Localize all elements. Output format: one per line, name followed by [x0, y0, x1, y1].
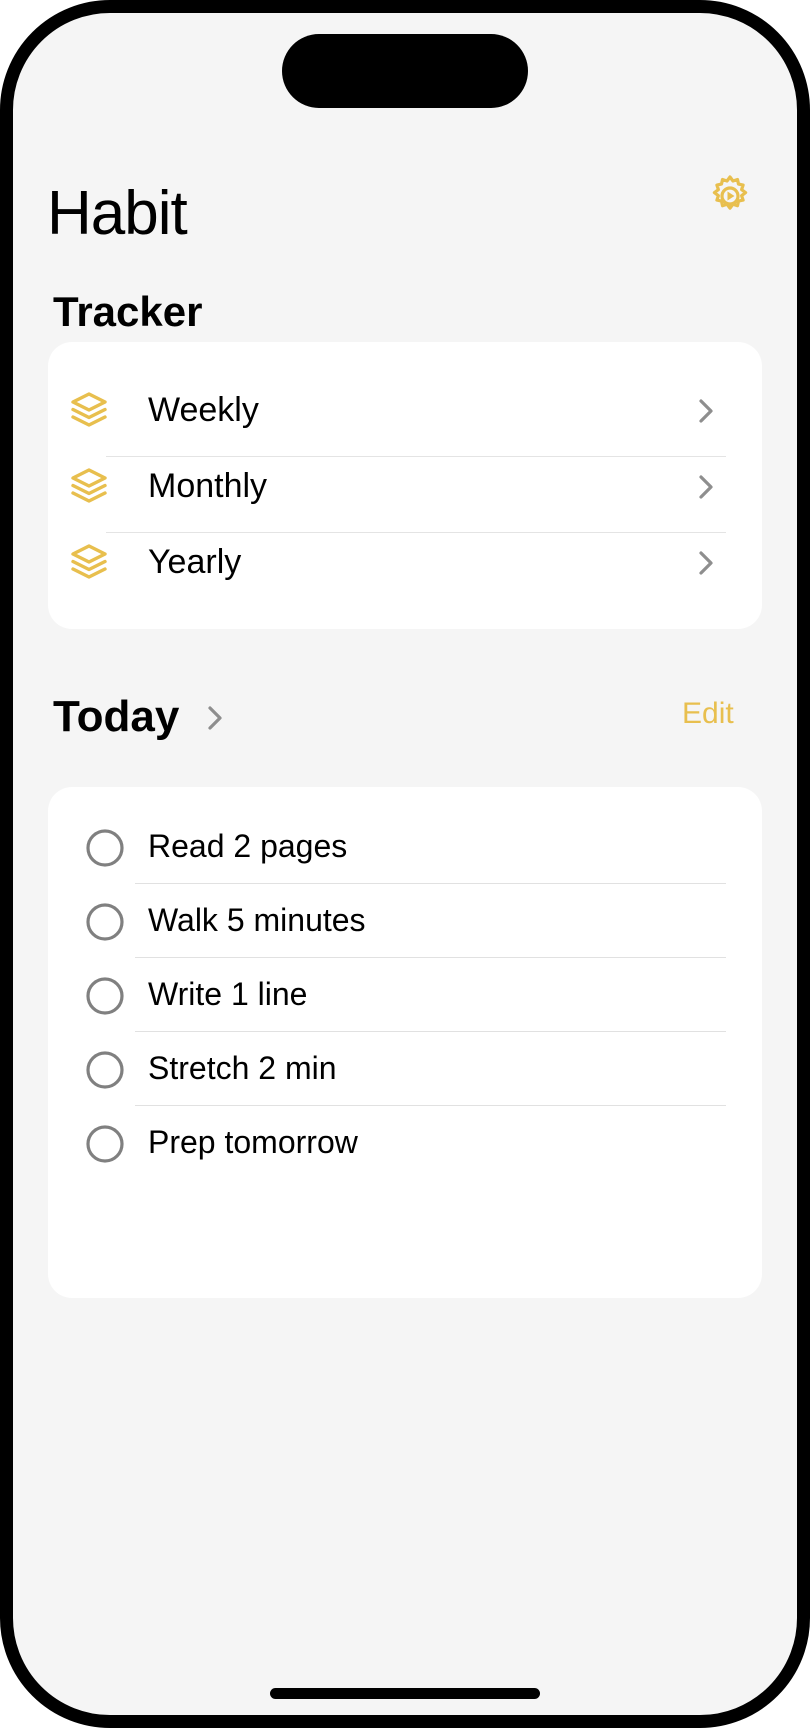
checkbox-circle-icon[interactable]: [86, 1051, 124, 1089]
chevron-right-icon: [699, 399, 713, 423]
edit-button[interactable]: Edit: [682, 699, 734, 729]
tracker-item-label: Weekly: [148, 391, 259, 429]
layers-icon: [71, 392, 107, 427]
task-item[interactable]: Walk 5 minutes: [48, 885, 762, 959]
tracker-item-yearly[interactable]: Yearly: [48, 524, 762, 600]
phone-frame: Habit Tracker Weekly Monthly Yearly Toda…: [0, 0, 810, 1728]
today-tasks-card: Read 2 pages Walk 5 minutes Write 1 line…: [48, 787, 762, 1298]
tracker-heading: Tracker: [53, 288, 203, 335]
divider: [135, 1105, 726, 1106]
divider: [135, 883, 726, 884]
today-heading[interactable]: Today: [53, 695, 179, 739]
task-label: Read 2 pages: [148, 828, 348, 864]
chevron-right-icon: [699, 551, 713, 575]
task-label: Walk 5 minutes: [148, 902, 366, 938]
tracker-item-label: Yearly: [148, 543, 242, 581]
checkbox-circle-icon[interactable]: [86, 977, 124, 1015]
divider: [135, 1031, 726, 1032]
checkbox-circle-icon[interactable]: [86, 903, 124, 941]
dynamic-island: [282, 34, 528, 108]
settings-button[interactable]: [707, 173, 753, 219]
tracker-card: Weekly Monthly Yearly: [48, 342, 762, 629]
tracker-item-label: Monthly: [148, 467, 268, 505]
task-label: Write 1 line: [148, 976, 308, 1012]
chevron-right-icon[interactable]: [205, 703, 225, 733]
task-label: Stretch 2 min: [148, 1050, 337, 1086]
task-item[interactable]: Stretch 2 min: [48, 1033, 762, 1107]
divider: [135, 957, 726, 958]
home-indicator[interactable]: [270, 1688, 540, 1699]
task-item[interactable]: Write 1 line: [48, 959, 762, 1033]
layers-icon: [71, 468, 107, 503]
checkbox-circle-icon[interactable]: [86, 1125, 124, 1163]
checkbox-circle-icon[interactable]: [86, 829, 124, 867]
task-item[interactable]: Prep tomorrow: [48, 1107, 762, 1181]
task-item[interactable]: Read 2 pages: [48, 811, 762, 885]
page-title: Habit: [47, 179, 188, 248]
task-label: Prep tomorrow: [148, 1124, 358, 1160]
gear-icon: [712, 175, 748, 210]
tracker-item-weekly[interactable]: Weekly: [48, 372, 762, 448]
layers-icon: [71, 544, 107, 579]
tracker-item-monthly[interactable]: Monthly: [48, 448, 762, 524]
chevron-right-icon: [699, 475, 713, 499]
